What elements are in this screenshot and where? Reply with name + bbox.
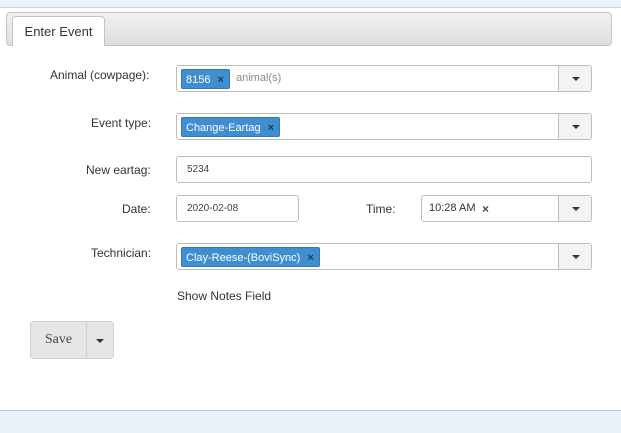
close-icon[interactable]: × [217, 70, 223, 90]
save-button[interactable]: Save [31, 322, 87, 358]
technician-select[interactable]: Clay-Reese-(BoviSync) × [176, 243, 592, 270]
technician-dropdown-button[interactable] [558, 244, 591, 269]
animal-label: Animal (cowpage): [50, 68, 150, 82]
animal-dropdown-button[interactable] [558, 66, 591, 91]
chevron-down-icon [96, 339, 104, 343]
technician-chip-label: Clay-Reese-(BoviSync) [186, 252, 301, 264]
bottom-strip [0, 410, 621, 433]
close-icon[interactable]: × [482, 202, 489, 216]
time-dropdown-button[interactable] [558, 196, 591, 221]
animal-chip[interactable]: 8156 × [181, 69, 230, 89]
close-icon[interactable]: × [307, 248, 313, 268]
date-input[interactable]: 2020-02-08 [176, 195, 299, 222]
show-notes-link[interactable]: Show Notes Field [177, 289, 271, 303]
chevron-down-icon [572, 77, 580, 81]
new-eartag-label: New eartag: [86, 163, 151, 177]
event-type-dropdown-button[interactable] [558, 114, 591, 139]
event-type-select[interactable]: Change-Eartag × [176, 113, 592, 140]
event-type-chip-label: Change-Eartag [186, 122, 261, 134]
top-strip [0, 0, 621, 8]
chevron-down-icon [572, 207, 580, 211]
animal-placeholder: animal(s) [236, 72, 282, 84]
technician-chip[interactable]: Clay-Reese-(BoviSync) × [181, 247, 320, 267]
chevron-down-icon [572, 125, 580, 129]
animal-select[interactable]: 8156 × animal(s) [176, 65, 592, 92]
time-label: Time: [366, 202, 396, 216]
close-icon[interactable]: × [268, 118, 274, 138]
event-type-label: Event type: [91, 116, 152, 130]
save-button-group: Save [30, 321, 114, 359]
time-value: 10:28 AM [429, 202, 476, 214]
save-options-button[interactable] [87, 322, 113, 358]
new-eartag-input[interactable]: 5234 [176, 156, 592, 183]
technician-label: Technician: [91, 246, 152, 260]
time-select[interactable]: 10:28 AM × [421, 195, 592, 222]
animal-chip-label: 8156 [186, 74, 211, 86]
event-type-chip[interactable]: Change-Eartag × [181, 117, 281, 138]
tab-enter-event[interactable]: Enter Event [12, 16, 105, 46]
date-label: Date: [122, 202, 151, 216]
chevron-down-icon [572, 255, 580, 259]
